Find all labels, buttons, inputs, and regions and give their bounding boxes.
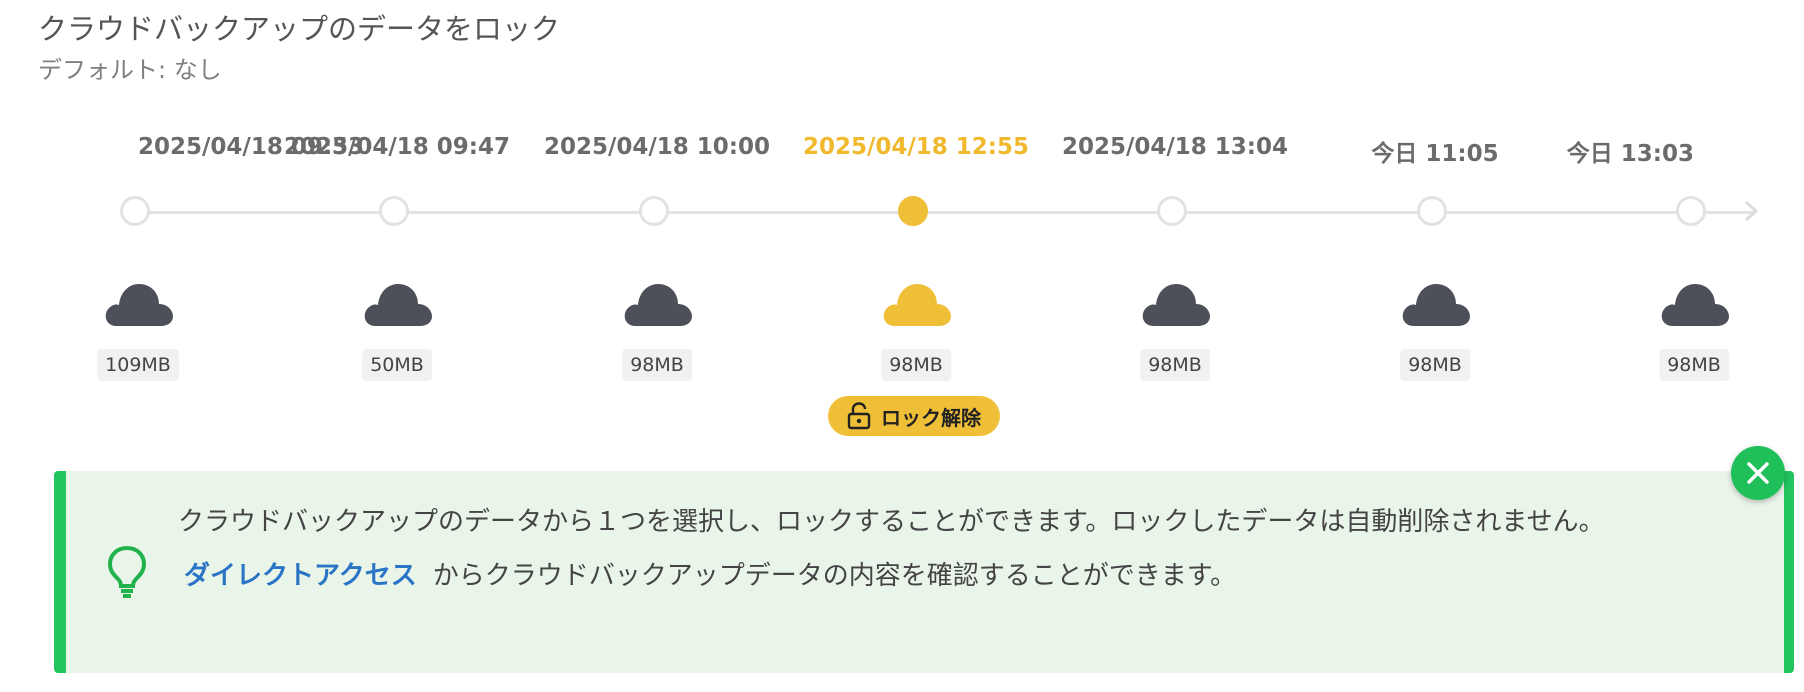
backup-date: 2025/04/18 12:55 bbox=[802, 134, 1030, 160]
info-panel: クラウドバックアップのデータから１つを選択し、ロックすることができます。ロックし… bbox=[54, 471, 1794, 673]
timeline-node-2[interactable]: 2025/04/18 10:00 98MB bbox=[527, 120, 787, 440]
timeline-point[interactable] bbox=[379, 196, 409, 226]
cloud-icon[interactable] bbox=[1140, 280, 1210, 328]
backup-size: 98MB bbox=[622, 349, 692, 381]
cloud-icon[interactable] bbox=[1659, 280, 1729, 328]
close-icon bbox=[1747, 462, 1769, 484]
timeline-node-3-selected[interactable]: 2025/04/18 12:55 98MB bbox=[786, 120, 1046, 440]
cloud-icon[interactable] bbox=[1400, 280, 1470, 328]
lightbulb-icon bbox=[107, 545, 147, 598]
direct-access-link[interactable]: ダイレクトアクセス bbox=[184, 561, 417, 591]
timeline-point[interactable] bbox=[1417, 196, 1447, 226]
timeline-point[interactable] bbox=[120, 196, 150, 226]
backup-size: 98MB bbox=[1400, 349, 1470, 381]
cloud-icon[interactable] bbox=[103, 280, 173, 328]
close-button[interactable] bbox=[1731, 446, 1785, 500]
cloud-icon[interactable] bbox=[362, 280, 432, 328]
backup-size: 98MB bbox=[1140, 349, 1210, 381]
timeline-node-5[interactable]: 今日 11:05 98MB bbox=[1305, 120, 1565, 440]
backup-size: 50MB bbox=[362, 349, 432, 381]
backup-timeline: 2025/04/18 09:33 109MB 2025/04/18 09:47 … bbox=[0, 0, 1804, 450]
timeline-point[interactable] bbox=[898, 196, 928, 226]
timeline-point[interactable] bbox=[1157, 196, 1187, 226]
backup-date: 2025/04/18 13:04 bbox=[1061, 134, 1289, 160]
backup-size: 98MB bbox=[1659, 349, 1729, 381]
backup-date: 今日 13:03 bbox=[1566, 141, 1694, 167]
unlock-button[interactable]: ロック解除 bbox=[828, 396, 1000, 436]
cloud-icon[interactable] bbox=[881, 280, 951, 328]
backup-date: 今日 11:05 bbox=[1371, 141, 1499, 167]
unlock-icon bbox=[847, 402, 871, 430]
timeline-point[interactable] bbox=[1676, 196, 1706, 226]
timeline-node-4[interactable]: 2025/04/18 13:04 98MB bbox=[1045, 120, 1305, 440]
info-text-line1: クラウドバックアップのデータから１つを選択し、ロックすることができます。ロックし… bbox=[178, 507, 1605, 537]
info-text-rest: からクラウドバックアップデータの内容を確認することができます。 bbox=[432, 561, 1237, 591]
timeline-point[interactable] bbox=[639, 196, 669, 226]
cloud-icon[interactable] bbox=[622, 280, 692, 328]
backup-size: 98MB bbox=[881, 349, 951, 381]
backup-date: 2025/04/18 09:47 bbox=[283, 134, 511, 160]
timeline-node-6[interactable]: 今日 13:03 98MB bbox=[1564, 120, 1804, 440]
backup-date: 2025/04/18 10:00 bbox=[543, 134, 771, 160]
timeline-node-1[interactable]: 2025/04/18 09:47 50MB bbox=[267, 120, 527, 440]
info-text-line2: ダイレクトアクセス からクラウドバックアップデータの内容を確認することができます。 bbox=[178, 555, 1236, 592]
backup-size: 109MB bbox=[97, 349, 179, 381]
unlock-label: ロック解除 bbox=[881, 405, 981, 430]
timeline-node-0[interactable]: 2025/04/18 09:33 109MB bbox=[8, 120, 364, 440]
